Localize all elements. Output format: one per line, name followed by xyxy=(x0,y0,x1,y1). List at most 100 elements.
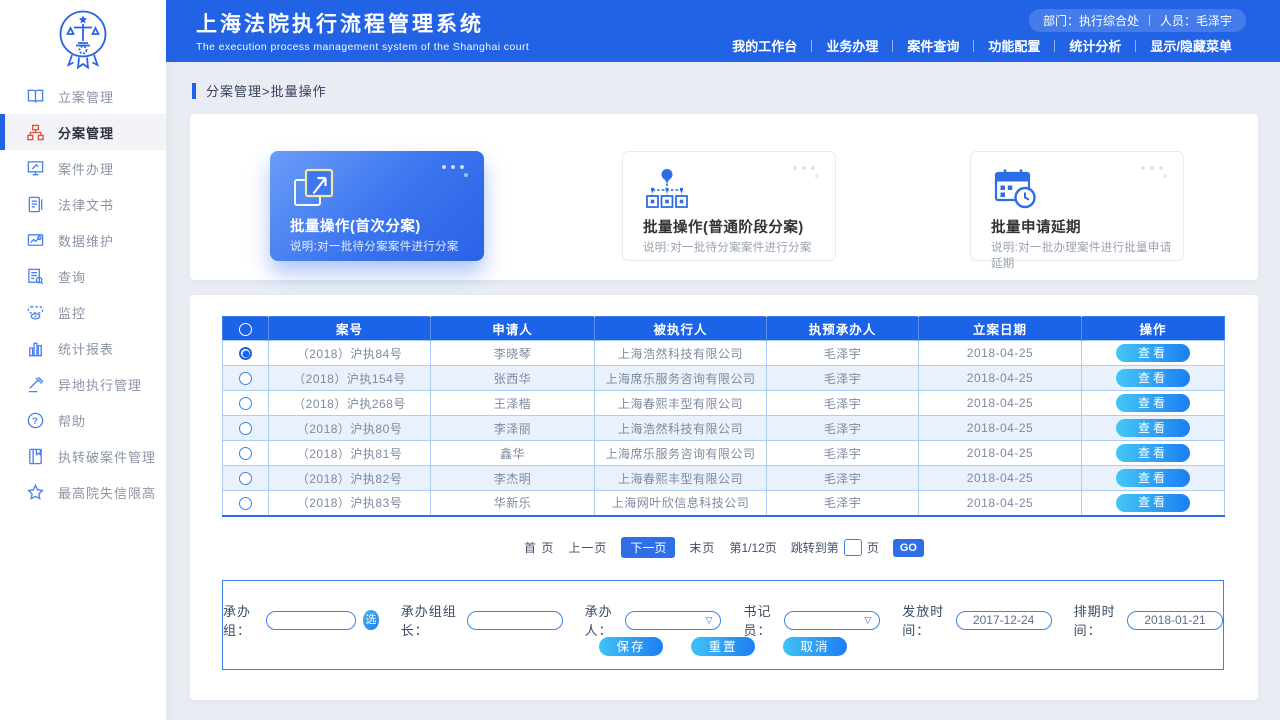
page-prev-link[interactable]: 上一页 xyxy=(568,539,607,556)
cell-filing-date: 2018-04-25 xyxy=(919,441,1082,466)
case-table: 案号 申请人 被执行人 执预承办人 立案日期 操作 （2018）沪执84号 李晓… xyxy=(222,316,1225,517)
card-batch-stage-assign[interactable]: 批量操作(普通阶段分案) 说明:对一批待分案案件进行分案 xyxy=(622,151,836,261)
view-button[interactable]: 查看 xyxy=(1116,494,1190,512)
table-row[interactable]: （2018）沪执268号 王泽楷 上海春熙丰型有限公司 毛泽宇 2018-04-… xyxy=(223,391,1225,416)
table-row[interactable]: （2018）沪执80号 李泽丽 上海浩然科技有限公司 毛泽宇 2018-04-2… xyxy=(223,416,1225,441)
nav-my-workbench[interactable]: 我的工作台 xyxy=(718,36,811,55)
select-all-radio[interactable] xyxy=(239,323,252,336)
sidebar-item-label: 统计报表 xyxy=(58,339,114,358)
table-row[interactable]: （2018）沪执154号 张西华 上海席乐服务咨询有限公司 毛泽宇 2018-0… xyxy=(223,366,1225,391)
card-more-dots[interactable] xyxy=(1141,166,1169,180)
schedule-time-input[interactable] xyxy=(1127,611,1223,630)
cell-applicant: 华新乐 xyxy=(431,491,595,516)
sidebar-item-supreme-dishonest[interactable]: 最高院失信限高 xyxy=(0,474,166,510)
row-radio[interactable] xyxy=(239,472,252,485)
row-radio[interactable] xyxy=(239,497,252,510)
sidebar-item-data-maintenance[interactable]: 数据维护 xyxy=(0,222,166,258)
sidebar-item-monitoring[interactable]: 监控 xyxy=(0,294,166,330)
issue-time-input[interactable] xyxy=(956,611,1052,630)
page-first-link[interactable]: 首 页 xyxy=(524,539,554,556)
sidebar-item-help[interactable]: ? 帮助 xyxy=(0,402,166,438)
group-leader-label: 承办组组长： xyxy=(401,601,467,639)
nav-business-handling[interactable]: 业务办理 xyxy=(812,36,892,55)
monitor-pen-icon xyxy=(26,159,45,178)
batch-delay-icon xyxy=(991,166,1039,212)
cancel-button[interactable]: 取消 xyxy=(783,637,847,656)
cell-undertaker: 毛泽宇 xyxy=(767,491,919,516)
org-chart-icon xyxy=(26,123,45,142)
card-more-dots[interactable] xyxy=(793,166,821,180)
row-radio[interactable] xyxy=(239,372,252,385)
bar-chart-icon xyxy=(26,339,45,358)
field-schedule-time: 排期时间： xyxy=(1074,601,1223,639)
save-button[interactable]: 保存 xyxy=(599,637,663,656)
page-jump-input[interactable] xyxy=(844,539,862,556)
row-radio[interactable] xyxy=(239,397,252,410)
gavel-icon xyxy=(26,375,45,394)
card-more-dots[interactable] xyxy=(442,165,470,179)
nav-statistics-analysis[interactable]: 统计分析 xyxy=(1055,36,1135,55)
sidebar-item-label: 查询 xyxy=(58,267,86,286)
cell-case-no: （2018）沪执84号 xyxy=(269,341,431,366)
sidebar-item-assignment[interactable]: 分案管理 xyxy=(0,114,166,150)
brand-block: 上海法院执行流程管理系统 The execution process manag… xyxy=(196,8,529,53)
app-title: 上海法院执行流程管理系统 xyxy=(196,8,529,38)
sidebar-item-legal-docs[interactable]: 法律文书 xyxy=(0,186,166,222)
table-row[interactable]: （2018）沪执83号 华新乐 上海网叶欣信息科技公司 毛泽宇 2018-04-… xyxy=(223,491,1225,516)
view-button[interactable]: 查看 xyxy=(1116,369,1190,387)
reset-button[interactable]: 重置 xyxy=(691,637,755,656)
sidebar-item-case-handling[interactable]: 案件办理 xyxy=(0,150,166,186)
card-batch-first-assign[interactable]: 批量操作(首次分案) 说明:对一批待分案案件进行分案 xyxy=(270,151,484,261)
breadcrumb: 分案管理>批量操作 xyxy=(192,81,327,100)
nav-function-config[interactable]: 功能配置 xyxy=(974,36,1054,55)
cell-case-no: （2018）沪执81号 xyxy=(269,441,431,466)
court-emblem-logo xyxy=(0,0,166,74)
sidebar-item-remote-execution[interactable]: 异地执行管理 xyxy=(0,366,166,402)
table-row[interactable]: （2018）沪执82号 李杰明 上海春熙丰型有限公司 毛泽宇 2018-04-2… xyxy=(223,466,1225,491)
undertaking-group-input[interactable] xyxy=(266,611,356,630)
nav-toggle-menu[interactable]: 显示/隐藏菜单 xyxy=(1136,36,1246,55)
page-go-button[interactable]: GO xyxy=(893,539,924,557)
view-button[interactable]: 查看 xyxy=(1116,344,1190,362)
person-label: 人员：毛泽宇 xyxy=(1160,12,1232,29)
row-radio[interactable] xyxy=(239,422,252,435)
field-undertaker: 承办人： ▽ xyxy=(585,601,722,639)
row-radio[interactable] xyxy=(239,347,252,360)
card-description: 说明:对一批待分案案件进行分案 xyxy=(643,239,812,255)
case-table-panel: 案号 申请人 被执行人 执预承办人 立案日期 操作 （2018）沪执84号 李晓… xyxy=(190,295,1258,700)
top-navigation: 我的工作台 业务办理 案件查询 功能配置 统计分析 显示/隐藏菜单 xyxy=(718,36,1246,55)
undertaker-select[interactable] xyxy=(625,611,721,630)
star-icon xyxy=(26,483,45,502)
cell-filing-date: 2018-04-25 xyxy=(919,416,1082,441)
group-leader-input[interactable] xyxy=(467,611,563,630)
sidebar-item-query[interactable]: 查询 xyxy=(0,258,166,294)
group-pick-button[interactable]: 选 xyxy=(363,610,378,630)
cell-filing-date: 2018-04-25 xyxy=(919,491,1082,516)
field-clerk: 书记员： ▽ xyxy=(743,601,880,639)
sidebar-item-filing[interactable]: 立案管理 xyxy=(0,78,166,114)
cell-case-no: （2018）沪执83号 xyxy=(269,491,431,516)
sidebar-item-label: 法律文书 xyxy=(58,195,114,214)
table-row[interactable]: （2018）沪执84号 李晓琴 上海浩然科技有限公司 毛泽宇 2018-04-2… xyxy=(223,341,1225,366)
sidebar-item-label: 案件办理 xyxy=(58,159,114,178)
cell-applicant: 王泽楷 xyxy=(431,391,595,416)
table-row[interactable]: （2018）沪执81号 鑫华 上海席乐服务咨询有限公司 毛泽宇 2018-04-… xyxy=(223,441,1225,466)
sidebar-item-statistics-report[interactable]: 统计报表 xyxy=(0,330,166,366)
card-batch-delay-request[interactable]: 批量申请延期 说明:对一批办理案件进行批量申请延期 xyxy=(970,151,1184,261)
col-case-no: 案号 xyxy=(269,317,431,341)
view-button[interactable]: 查看 xyxy=(1116,469,1190,487)
view-button[interactable]: 查看 xyxy=(1116,444,1190,462)
view-button[interactable]: 查看 xyxy=(1116,394,1190,412)
batch-stage-assign-icon xyxy=(643,166,691,212)
page-next-button[interactable]: 下一页 xyxy=(621,537,675,558)
page-last-link[interactable]: 末页 xyxy=(689,539,715,556)
svg-text:?: ? xyxy=(32,415,39,426)
clerk-select[interactable] xyxy=(784,611,880,630)
nav-case-query[interactable]: 案件查询 xyxy=(893,36,973,55)
user-badge: 部门：执行综合处 人员：毛泽宇 xyxy=(1029,9,1246,32)
card-title: 批量申请延期 xyxy=(991,216,1081,237)
sidebar-item-bankruptcy-transfer[interactable]: 执转破案件管理 xyxy=(0,438,166,474)
cell-filing-date: 2018-04-25 xyxy=(919,366,1082,391)
row-radio[interactable] xyxy=(239,447,252,460)
view-button[interactable]: 查看 xyxy=(1116,419,1190,437)
